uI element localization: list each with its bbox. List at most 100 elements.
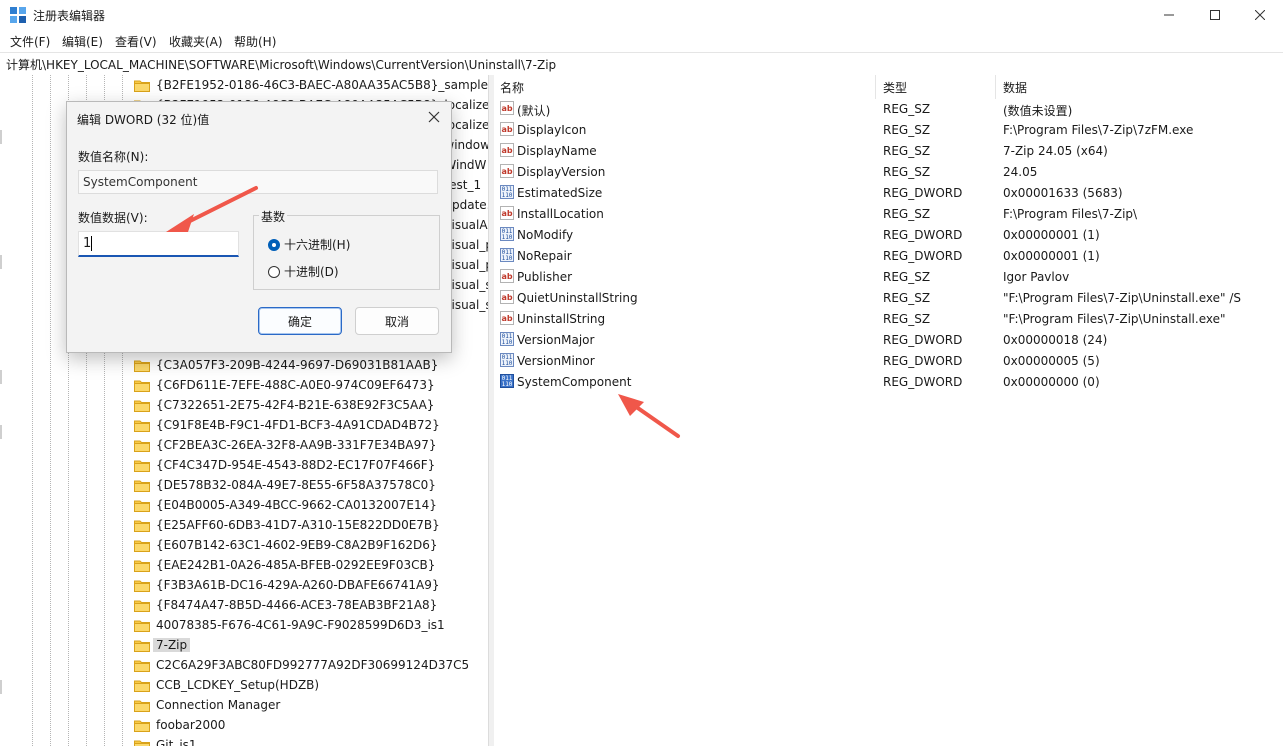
value-type: REG_SZ	[883, 207, 931, 221]
value-data: 0x00001633 (5683)	[1003, 186, 1123, 200]
tree-item[interactable]: CCB_LCDKEY_Setup(HDZB)	[134, 675, 319, 695]
value-row[interactable]: ab DisplayIcon REG_SZ F:\Program Files\7-Zi…	[494, 120, 1283, 141]
close-button[interactable]	[1237, 0, 1283, 30]
text-caret	[91, 236, 92, 251]
folder-icon	[134, 540, 150, 552]
column-header-name[interactable]: 名称	[500, 75, 524, 99]
annotation-arrow-icon	[618, 394, 680, 438]
string-value-icon: ab	[500, 290, 514, 304]
address-path[interactable]: 计算机\HKEY_LOCAL_MACHINE\SOFTWARE\Microsof…	[6, 56, 556, 73]
title-bar: 注册表编辑器	[0, 0, 1283, 30]
value-name: NoRepair	[517, 249, 572, 263]
menu-view[interactable]: 查看(V)	[115, 33, 157, 50]
value-name: NoModify	[517, 228, 574, 242]
value-row[interactable]: 011 110 VersionMinor REG_DWORD 0x00000005 (5…	[494, 351, 1283, 372]
value-type: REG_DWORD	[883, 228, 963, 242]
tree-item[interactable]: {EAE242B1-0A26-485A-BFEB-0292EE9F03CB}	[134, 555, 435, 575]
tree-item[interactable]: Git_is1	[134, 735, 197, 746]
value-name: UninstallString	[517, 312, 606, 326]
menu-help[interactable]: 帮助(H)	[234, 33, 276, 50]
tree-item[interactable]: C2C6A29F3ABC80FD992777A92DF30699124D37C5	[134, 655, 469, 675]
tree-item[interactable]: {F8474A47-8B5D-4466-ACE3-78EAB3BF21A8}	[134, 595, 437, 615]
value-row[interactable]: 011 110 NoModify REG_DWORD 0x00000001 (1)	[494, 225, 1283, 246]
decimal-radio[interactable]: 十进制(D)	[268, 263, 339, 280]
column-header-data[interactable]: 数据	[1003, 75, 1027, 99]
value-row[interactable]: ab QuietUninstallString REG_SZ "F:\Program …	[494, 288, 1283, 309]
folder-icon	[134, 660, 150, 672]
tree-item[interactable]: {DE578B32-084A-49E7-8E55-6F58A37578C0}	[134, 475, 436, 495]
folder-icon	[134, 580, 150, 592]
tree-item[interactable]: {E607B142-63C1-4602-9EB9-C8A2B9F162D6}	[134, 535, 438, 555]
tree-item[interactable]: Connection Manager	[134, 695, 280, 715]
value-row[interactable]: ab InstallLocation REG_SZ F:\Program Files\…	[494, 204, 1283, 225]
value-row[interactable]: 011 110 NoRepair REG_DWORD 0x00000001 (1)	[494, 246, 1283, 267]
value-row[interactable]: 011 110 VersionMajor REG_DWORD 0x00000018 (2…	[494, 330, 1283, 351]
column-divider[interactable]	[875, 75, 876, 99]
value-row[interactable]: ab (默认) REG_SZ (数值未设置)	[494, 99, 1283, 120]
tree-item[interactable]: {CF2BEA3C-26EA-32F8-AA9B-331F7E34BA97}	[134, 435, 437, 455]
maximize-icon	[1210, 10, 1220, 20]
tree-item-label: {EAE242B1-0A26-485A-BFEB-0292EE9F03CB}	[156, 558, 436, 572]
value-type: REG_DWORD	[883, 354, 963, 368]
tree-item[interactable]: 40078385-F676-4C61-9A9C-F9028599D6D3_is1	[134, 615, 445, 635]
value-type: REG_SZ	[883, 123, 931, 137]
minimize-button[interactable]	[1146, 0, 1192, 30]
column-divider[interactable]	[995, 75, 996, 99]
tree-item-label: {C7322651-2E75-42F4-B21E-638E92F3C5AA}	[156, 398, 435, 412]
tree-item[interactable]: {F3B3A61B-DC16-429A-A260-DBAFE66741A9}	[134, 575, 439, 595]
tree-item[interactable]: {B2FE1952-0186-46C3-BAEC-A80AA35AC5B8}_s…	[134, 75, 488, 95]
tree-item-selected[interactable]: 7-Zip	[134, 635, 191, 655]
value-type: REG_SZ	[883, 312, 931, 326]
dword-value-icon: 011 110	[500, 332, 514, 346]
tree-item-label: {DE578B32-084A-49E7-8E55-6F58A37578C0}	[156, 478, 436, 492]
tree-item[interactable]: foobar2000	[134, 715, 225, 735]
value-data: (数值未设置)	[1003, 104, 1073, 118]
ok-button[interactable]: 确定	[258, 307, 342, 335]
value-name: (默认)	[517, 104, 551, 118]
string-value-icon: ab	[500, 101, 514, 115]
value-name: VersionMajor	[517, 333, 595, 347]
tree-item-label: foobar2000	[156, 718, 226, 732]
tree-item[interactable]: {C3A057F3-209B-4244-9697-D69031B81AAB}	[134, 355, 438, 375]
tree-item-label: 7-Zip	[153, 638, 191, 652]
folder-icon	[134, 480, 150, 492]
value-row[interactable]: ab DisplayVersion REG_SZ 24.05	[494, 162, 1283, 183]
menu-edit[interactable]: 编辑(E)	[62, 33, 103, 50]
value-type: REG_SZ	[883, 165, 931, 179]
menu-file[interactable]: 文件(F)	[10, 33, 50, 50]
folder-icon	[134, 460, 150, 472]
value-data: 0x00000000 (0)	[1003, 375, 1100, 389]
folder-icon	[134, 360, 150, 372]
dword-value-icon: 011 110	[500, 248, 514, 262]
value-row[interactable]: ab DisplayName REG_SZ 7-Zip 24.05 (x64)	[494, 141, 1283, 162]
value-row[interactable]: 011 110 EstimatedSize REG_DWORD 0x00001633 (…	[494, 183, 1283, 204]
value-type: REG_SZ	[883, 291, 931, 305]
value-data: "F:\Program Files\7-Zip\Uninstall.exe"	[1003, 312, 1226, 326]
cancel-button[interactable]: 取消	[355, 307, 439, 335]
menu-favorites[interactable]: 收藏夹(A)	[169, 33, 223, 50]
tree-item[interactable]: {CF4C347D-954E-4543-88D2-EC17F07F466F}	[134, 455, 435, 475]
value-name: DisplayName	[517, 144, 597, 158]
folder-icon	[134, 640, 150, 652]
dword-value-icon: 011 110	[500, 185, 514, 199]
string-value-icon: ab	[500, 143, 514, 157]
maximize-button[interactable]	[1192, 0, 1238, 30]
column-header-type[interactable]: 类型	[883, 75, 907, 99]
tree-item[interactable]: {C6FD611E-7EFE-488C-A0E0-974C09EF6473}	[134, 375, 435, 395]
value-row[interactable]: ab UninstallString REG_SZ "F:\Program Files…	[494, 309, 1283, 330]
tree-item[interactable]: {C7322651-2E75-42F4-B21E-638E92F3C5AA}	[134, 395, 434, 415]
value-type: REG_DWORD	[883, 375, 963, 389]
value-data: 7-Zip 24.05 (x64)	[1003, 144, 1108, 158]
tree-item-label: {F3B3A61B-DC16-429A-A260-DBAFE66741A9}	[156, 578, 440, 592]
menu-bar: 文件(F) 编辑(E) 查看(V) 收藏夹(A) 帮助(H)	[0, 30, 1283, 52]
tree-item[interactable]: {C91F8E4B-F9C1-4FD1-BCF3-4A91CDAD4B72}	[134, 415, 440, 435]
address-bar[interactable]: 计算机\HKEY_LOCAL_MACHINE\SOFTWARE\Microsof…	[0, 52, 1283, 76]
hex-radio[interactable]: 十六进制(H)	[268, 236, 350, 253]
value-data: 0x00000005 (5)	[1003, 354, 1100, 368]
edge-mark	[0, 370, 2, 384]
tree-item[interactable]: {E25AFF60-6DB3-41D7-A310-15E822DD0E7B}	[134, 515, 440, 535]
value-row[interactable]: ab Publisher REG_SZ Igor Pavlov	[494, 267, 1283, 288]
dialog-close-icon[interactable]	[427, 110, 441, 124]
value-type: REG_DWORD	[883, 333, 963, 347]
tree-item[interactable]: {E04B0005-A349-4BCC-9662-CA0132007E14}	[134, 495, 437, 515]
